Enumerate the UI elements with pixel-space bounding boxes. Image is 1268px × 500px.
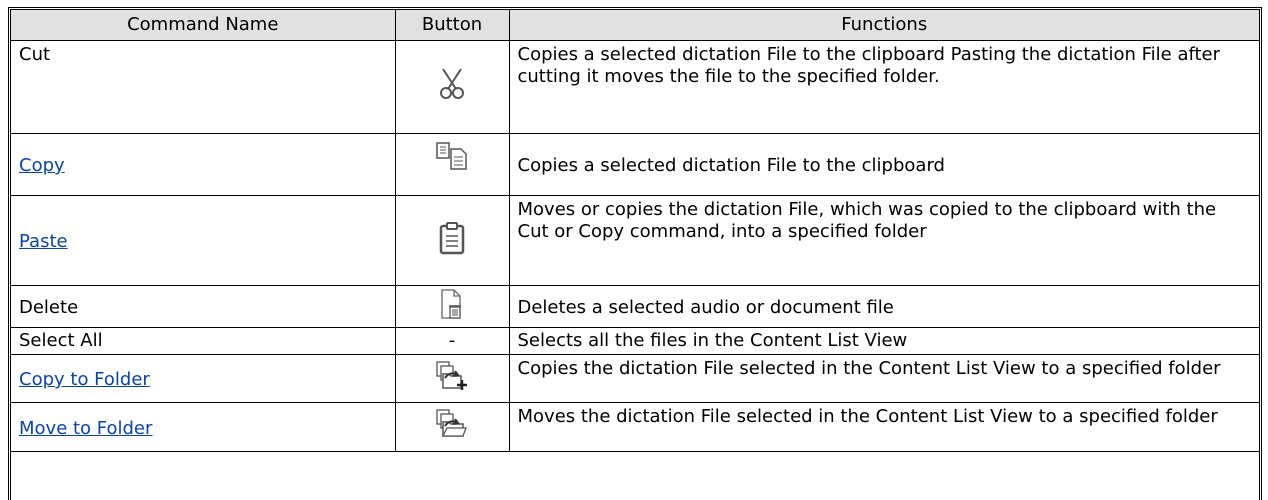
- command-name-cell-move-to-folder: Move to Folder: [11, 402, 396, 452]
- link-copy-to-folder[interactable]: Copy to Folder: [19, 369, 150, 390]
- header-functions: Functions: [508, 10, 1259, 41]
- button-cell-move-to-folder: [394, 402, 510, 452]
- table-row: Cut Copies a selected dictation File to …: [11, 40, 1259, 134]
- button-cell-copy: [394, 133, 510, 196]
- function-copy: Copies a selected dictation File to the …: [508, 133, 1259, 196]
- command-table: Command Name Button Functions Cut Copies…: [11, 10, 1259, 452]
- scissors-icon: [438, 67, 466, 107]
- move-to-folder-icon: [435, 408, 469, 446]
- command-name-cut: Cut: [11, 40, 396, 134]
- button-cell-select-all: -: [394, 327, 510, 355]
- button-cell-delete: [394, 285, 510, 328]
- command-name-delete: Delete: [11, 285, 396, 328]
- button-cell-cut: [394, 40, 510, 134]
- header-button: Button: [394, 10, 510, 41]
- link-copy[interactable]: Copy: [19, 155, 65, 176]
- clipboard-icon: [439, 221, 465, 261]
- link-move-to-folder[interactable]: Move to Folder: [19, 418, 152, 439]
- table-row: Select All - Selects all the files in th…: [11, 327, 1259, 355]
- button-cell-copy-to-folder: [394, 354, 510, 403]
- table-row: Copy to Folder Copies the dictation File…: [11, 354, 1259, 403]
- function-paste: Moves or copies the dictation File, whic…: [508, 195, 1259, 286]
- table-header-row: Command Name Button Functions: [11, 10, 1259, 41]
- function-copy-to-folder: Copies the dictation File selected in th…: [508, 354, 1259, 403]
- function-select-all: Selects all the files in the Content Lis…: [508, 327, 1259, 355]
- copy-icon: [435, 141, 469, 177]
- function-cut: Copies a selected dictation File to the …: [508, 40, 1259, 134]
- button-cell-paste: [394, 195, 510, 286]
- header-command-name: Command Name: [11, 10, 396, 41]
- function-move-to-folder: Moves the dictation File selected in the…: [508, 402, 1259, 452]
- copy-to-folder-icon: [435, 360, 469, 398]
- table-row: Delete Deletes a selected audio or docum…: [11, 285, 1259, 328]
- link-paste[interactable]: Paste: [19, 231, 68, 252]
- table-row: Move to Folder Moves the dictation File …: [11, 402, 1259, 452]
- table-row: Copy Copies a selected dictation File to…: [11, 133, 1259, 196]
- command-table-frame: Command Name Button Functions Cut Copies…: [8, 7, 1262, 500]
- command-name-cell-copy: Copy: [11, 133, 396, 196]
- table-row: Paste Moves or copies the dictation File…: [11, 195, 1259, 286]
- command-name-cell-copy-to-folder: Copy to Folder: [11, 354, 396, 403]
- command-name-cell-paste: Paste: [11, 195, 396, 286]
- function-delete: Deletes a selected audio or document fil…: [508, 285, 1259, 328]
- command-name-select-all: Select All: [11, 327, 396, 355]
- delete-file-icon: [440, 288, 464, 326]
